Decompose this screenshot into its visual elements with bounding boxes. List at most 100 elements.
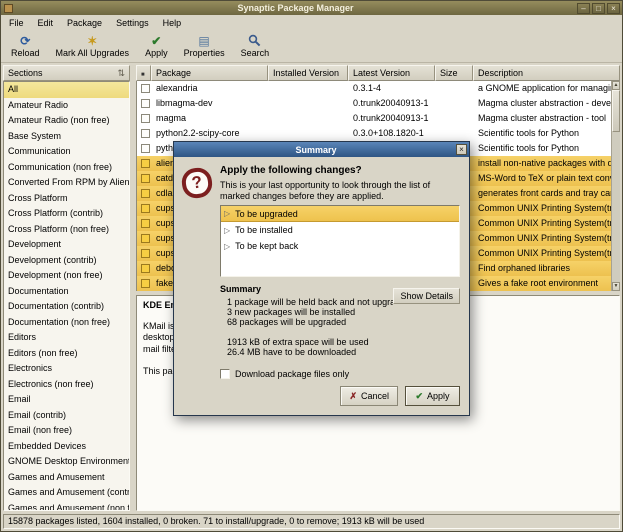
table-row[interactable]: alexandria 0.3.1-4 a GNOME application f… — [137, 81, 620, 96]
dialog-message: This is your last opportunity to look th… — [220, 180, 460, 201]
section-item[interactable]: Documentation (non free) — [4, 315, 129, 331]
section-item[interactable]: Communication — [4, 144, 129, 160]
table-row[interactable]: python2.2-scipy-core 0.3.0+108.1820-1 Sc… — [137, 126, 620, 141]
apply-toolbar-button[interactable]: ✔ Apply — [138, 31, 175, 61]
column-header-description[interactable]: Description — [473, 65, 620, 81]
section-item[interactable]: Games and Amusement — [4, 470, 129, 486]
summary-dialog: Summary × ? Apply the following changes?… — [173, 141, 470, 416]
section-item[interactable]: Editors — [4, 330, 129, 346]
section-item[interactable]: Development (non free) — [4, 268, 129, 284]
expander-icon[interactable]: ▷ — [224, 209, 230, 218]
titlebar[interactable]: Synaptic Package Manager – □ × — [1, 1, 622, 15]
maximize-icon[interactable]: □ — [592, 3, 605, 14]
reload-button[interactable]: ⟳ Reload — [4, 31, 47, 61]
close-icon[interactable]: × — [607, 3, 620, 14]
package-name: magma — [152, 111, 269, 126]
package-description: MS-Word to TeX or plain text conve — [474, 171, 620, 186]
section-item[interactable]: Email (non free) — [4, 423, 129, 439]
search-button[interactable]: Search — [234, 31, 277, 61]
properties-label: Properties — [184, 48, 225, 58]
question-icon: ? — [180, 166, 214, 200]
row-status-cell — [137, 96, 152, 111]
change-category-row[interactable]: ▷ To be upgraded — [221, 206, 459, 222]
vertical-scrollbar[interactable]: ▲ ▼ — [611, 81, 620, 291]
installed-version — [269, 126, 349, 141]
cancel-button-label: Cancel — [361, 391, 389, 401]
mark-all-upgrades-icon: ✶ — [87, 34, 97, 48]
menu-item[interactable]: Package — [60, 17, 109, 29]
scroll-up-icon[interactable]: ▲ — [612, 81, 620, 90]
table-row[interactable]: libmagma-dev 0.trunk20040913-1 Magma clu… — [137, 96, 620, 111]
section-item[interactable]: GNOME Desktop Environment — [4, 454, 129, 470]
section-item[interactable]: Base System — [4, 129, 129, 145]
expander-icon[interactable]: ▷ — [224, 226, 230, 235]
properties-icon: ▤ — [198, 34, 209, 48]
row-status-cell — [137, 126, 152, 141]
section-item[interactable]: Games and Amusement (contrib) — [4, 485, 129, 501]
section-item[interactable]: Cross Platform — [4, 191, 129, 207]
section-item[interactable]: Communication (non free) — [4, 160, 129, 176]
package-status-icon — [141, 249, 150, 258]
apply-button[interactable]: ✔ Apply — [405, 386, 460, 406]
package-description: Common UNIX Printing System(tm — [474, 231, 620, 246]
menu-item[interactable]: File — [2, 17, 31, 29]
package-status-icon — [141, 174, 150, 183]
menu-item[interactable]: Help — [156, 17, 189, 29]
download-only-option[interactable]: Download package files only — [220, 369, 460, 379]
package-description: a GNOME application for managing — [474, 81, 620, 96]
section-item[interactable]: All — [4, 82, 129, 98]
mark-all-upgrades-button[interactable]: ✶ Mark All Upgrades — [49, 31, 137, 61]
column-header-size[interactable]: Size — [435, 65, 473, 81]
section-item[interactable]: Cross Platform (non free) — [4, 222, 129, 238]
column-header-latest-version[interactable]: Latest Version — [348, 65, 435, 81]
change-category-label: To be kept back — [235, 241, 298, 251]
section-item[interactable]: Documentation — [4, 284, 129, 300]
section-item[interactable]: Electronics — [4, 361, 129, 377]
properties-button[interactable]: ▤ Properties — [177, 31, 232, 61]
section-item[interactable]: Cross Platform (contrib) — [4, 206, 129, 222]
package-size — [436, 126, 474, 141]
download-only-checkbox[interactable] — [220, 369, 230, 379]
reload-icon: ⟳ — [20, 34, 30, 48]
menu-item[interactable]: Settings — [109, 17, 156, 29]
section-item[interactable]: Converted From RPM by Alien — [4, 175, 129, 191]
section-item[interactable]: Electronics (non free) — [4, 377, 129, 393]
section-item[interactable]: Games and Amusement (non free) — [4, 501, 129, 512]
section-item[interactable]: Documentation (contrib) — [4, 299, 129, 315]
show-details-button[interactable]: Show Details — [393, 288, 460, 304]
download-only-label: Download package files only — [235, 369, 349, 379]
minimize-icon[interactable]: – — [577, 3, 590, 14]
section-item[interactable]: Email (contrib) — [4, 408, 129, 424]
section-item[interactable]: Amateur Radio (non free) — [4, 113, 129, 129]
expander-icon[interactable]: ▷ — [224, 242, 230, 251]
package-description: Common UNIX Printing System(tm — [474, 246, 620, 261]
section-item[interactable]: Development (contrib) — [4, 253, 129, 269]
sections-dropdown[interactable]: Sections ⇅ — [3, 65, 130, 81]
latest-version: 0.trunk20040913-1 — [349, 96, 436, 111]
dialog-close-icon[interactable]: × — [456, 144, 467, 155]
column-header-status[interactable]: ■ — [136, 65, 151, 81]
section-item[interactable]: Editors (non free) — [4, 346, 129, 362]
row-status-cell — [137, 231, 152, 246]
apply-check-icon: ✔ — [415, 391, 423, 402]
package-description: Common UNIX Printing System(tm — [474, 201, 620, 216]
section-item[interactable]: Amateur Radio — [4, 98, 129, 114]
table-row[interactable]: magma 0.trunk20040913-1 Magma cluster ab… — [137, 111, 620, 126]
scrollbar-thumb[interactable] — [612, 90, 620, 132]
menu-item[interactable]: Edit — [31, 17, 61, 29]
change-category-row[interactable]: ▷ To be installed — [221, 222, 459, 238]
package-description: Scientific tools for Python — [474, 126, 620, 141]
window-title: Synaptic Package Manager — [16, 2, 575, 15]
change-category-row[interactable]: ▷ To be kept back — [221, 238, 459, 254]
column-header-installed-version[interactable]: Installed Version — [268, 65, 348, 81]
dialog-titlebar[interactable]: Summary × — [174, 142, 469, 157]
scroll-down-icon[interactable]: ▼ — [612, 282, 620, 291]
package-status-icon — [141, 129, 150, 138]
package-description: Find orphaned libraries — [474, 261, 620, 276]
summary-line: 1913 kB of extra space will be used — [220, 337, 393, 347]
section-item[interactable]: Embedded Devices — [4, 439, 129, 455]
column-header-package[interactable]: Package — [151, 65, 268, 81]
section-item[interactable]: Development — [4, 237, 129, 253]
cancel-button[interactable]: ✗ Cancel — [340, 386, 398, 406]
section-item[interactable]: Email — [4, 392, 129, 408]
